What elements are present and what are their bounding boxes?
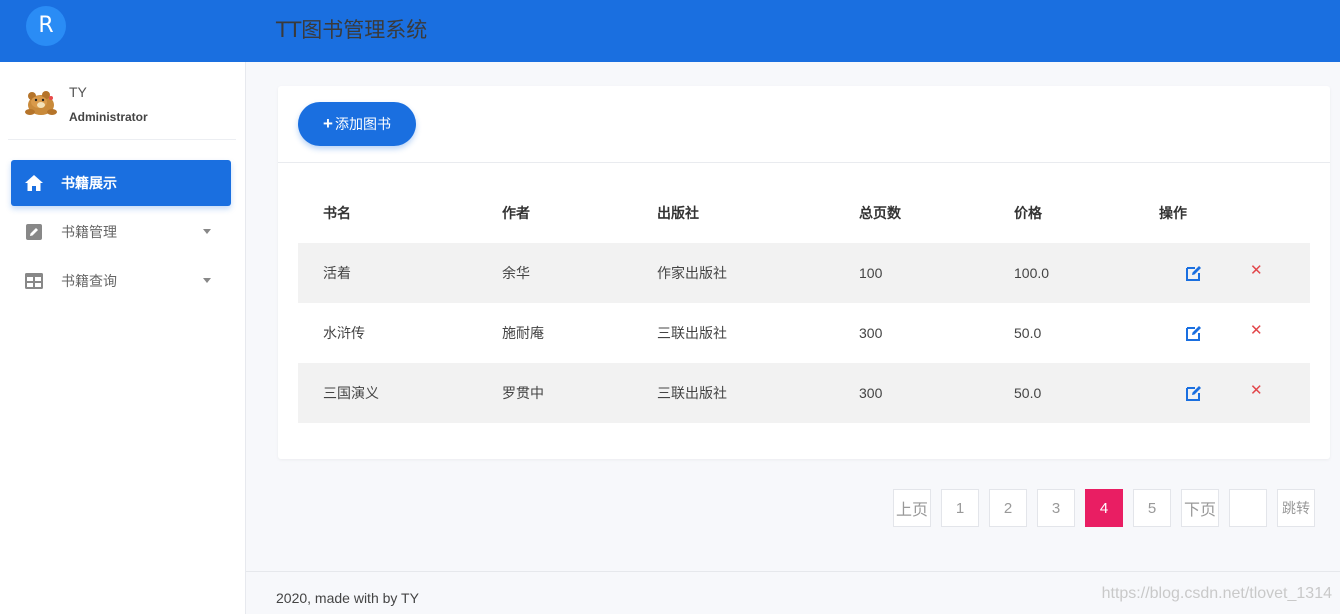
column-header: 出版社 bbox=[657, 205, 699, 221]
sidebar-item-label: 书籍查询 bbox=[61, 273, 117, 289]
plus-icon: + bbox=[323, 114, 333, 133]
bear-avatar-icon bbox=[25, 91, 57, 115]
user-panel: TY Administrator bbox=[8, 62, 236, 140]
jump-button[interactable]: 跳转 bbox=[1277, 489, 1315, 527]
user-name: TY bbox=[69, 84, 87, 100]
table-icon bbox=[23, 270, 45, 292]
table-header-row: 书名 作者 出版社 总页数 价格 操作 bbox=[298, 183, 1310, 243]
price-cell: 50.0 bbox=[1014, 325, 1042, 341]
delete-icon[interactable]: ✕ bbox=[1250, 383, 1264, 398]
table-row: 水浒传 施耐庵 三联出版社 300 50.0 ✕ bbox=[298, 303, 1310, 363]
page-button-3[interactable]: 3 bbox=[1037, 489, 1075, 527]
sidebar: TY Administrator 书籍展示 书籍管理 书籍查询 bbox=[0, 62, 246, 614]
book-list-card: + 添加图书 书名 作者 出版社 总页数 价格 操作 活着 余华 作家出版社 1… bbox=[278, 86, 1330, 459]
pages-cell: 100 bbox=[859, 265, 883, 281]
footer-text: 2020, made with by TY bbox=[276, 590, 419, 606]
footer-divider bbox=[246, 571, 1340, 572]
pages-cell: 300 bbox=[859, 325, 883, 341]
sidebar-item-label: 书籍管理 bbox=[61, 224, 117, 240]
page-button-1[interactable]: 1 bbox=[941, 489, 979, 527]
page-button-4-current[interactable]: 4 bbox=[1085, 489, 1123, 527]
logo[interactable]: R bbox=[26, 6, 66, 46]
author-cell: 罗贯中 bbox=[502, 385, 544, 401]
book-name-cell: 水浒传 bbox=[323, 325, 365, 341]
column-header: 作者 bbox=[502, 205, 530, 221]
edit-icon bbox=[23, 221, 45, 243]
author-cell: 余华 bbox=[502, 265, 530, 281]
chevron-down-icon bbox=[203, 229, 211, 234]
table-row: 三国演义 罗贯中 三联出版社 300 50.0 ✕ bbox=[298, 363, 1310, 423]
add-book-button[interactable]: + 添加图书 bbox=[298, 102, 416, 146]
add-book-label: 添加图书 bbox=[334, 116, 391, 132]
app-title: TT图书管理系统 bbox=[276, 18, 428, 42]
book-name-cell: 三国演义 bbox=[323, 385, 379, 401]
edit-icon[interactable] bbox=[1185, 384, 1203, 402]
pages-cell: 300 bbox=[859, 385, 883, 401]
card-header: + 添加图书 bbox=[278, 86, 1330, 163]
user-role: Administrator bbox=[69, 110, 148, 124]
column-header: 总页数 bbox=[859, 205, 901, 221]
book-table: 书名 作者 出版社 总页数 价格 操作 活着 余华 作家出版社 100 100.… bbox=[298, 183, 1310, 423]
column-header: 价格 bbox=[1014, 205, 1042, 221]
page-button-2[interactable]: 2 bbox=[989, 489, 1027, 527]
column-header: 书名 bbox=[323, 205, 351, 221]
page-button-5[interactable]: 5 bbox=[1133, 489, 1171, 527]
table-row: 活着 余华 作家出版社 100 100.0 ✕ bbox=[298, 243, 1310, 303]
edit-icon[interactable] bbox=[1185, 324, 1203, 342]
author-cell: 施耐庵 bbox=[502, 325, 544, 341]
top-bar: R TT图书管理系统 bbox=[0, 0, 1340, 62]
price-cell: 100.0 bbox=[1014, 265, 1050, 281]
edit-icon[interactable] bbox=[1185, 264, 1203, 282]
publisher-cell: 三联出版社 bbox=[657, 385, 727, 401]
sidebar-item-book-query[interactable]: 书籍查询 bbox=[11, 258, 231, 304]
delete-icon[interactable]: ✕ bbox=[1250, 323, 1264, 338]
sidebar-item-book-manage[interactable]: 书籍管理 bbox=[11, 209, 231, 255]
home-icon bbox=[23, 172, 45, 194]
chevron-down-icon bbox=[203, 278, 211, 283]
delete-icon[interactable]: ✕ bbox=[1250, 263, 1264, 278]
next-page-button[interactable]: 下页 bbox=[1181, 489, 1219, 527]
sidebar-item-label: 书籍展示 bbox=[61, 175, 117, 191]
price-cell: 50.0 bbox=[1014, 385, 1042, 401]
publisher-cell: 作家出版社 bbox=[657, 265, 727, 281]
jump-page-input[interactable] bbox=[1229, 489, 1267, 527]
column-header: 操作 bbox=[1159, 205, 1187, 221]
watermark: https://blog.csdn.net/tlovet_1314 bbox=[1101, 585, 1332, 602]
publisher-cell: 三联出版社 bbox=[657, 325, 727, 341]
book-name-cell: 活着 bbox=[323, 265, 351, 281]
prev-page-button[interactable]: 上页 bbox=[893, 489, 931, 527]
sidebar-item-book-display[interactable]: 书籍展示 bbox=[11, 160, 231, 206]
